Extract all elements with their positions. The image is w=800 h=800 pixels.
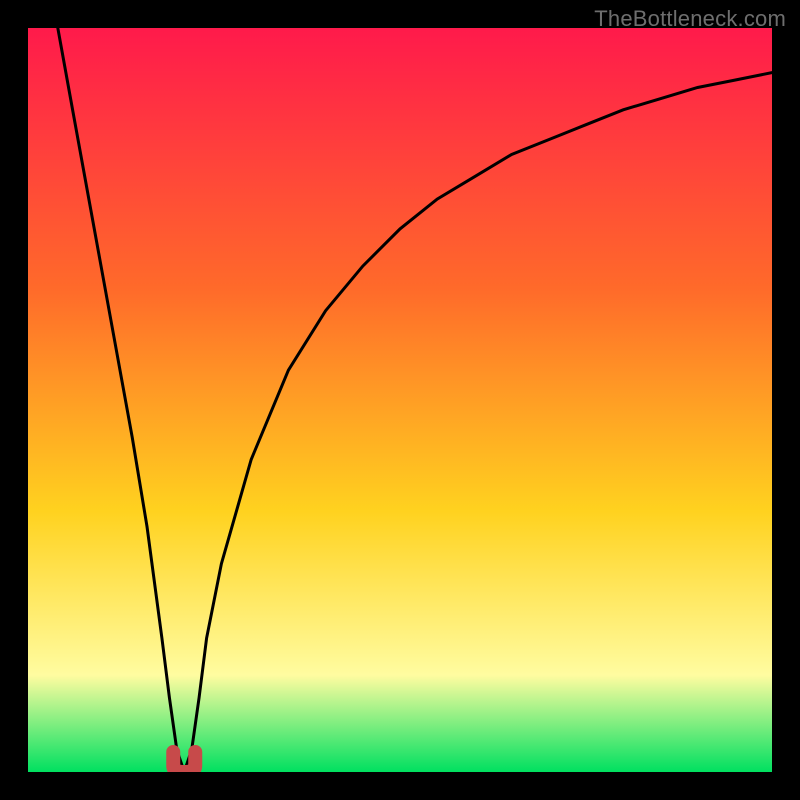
- gradient-background: [28, 28, 772, 772]
- outer-frame: TheBottleneck.com: [0, 0, 800, 800]
- bottleneck-chart: [28, 28, 772, 772]
- plot-area: [28, 28, 772, 772]
